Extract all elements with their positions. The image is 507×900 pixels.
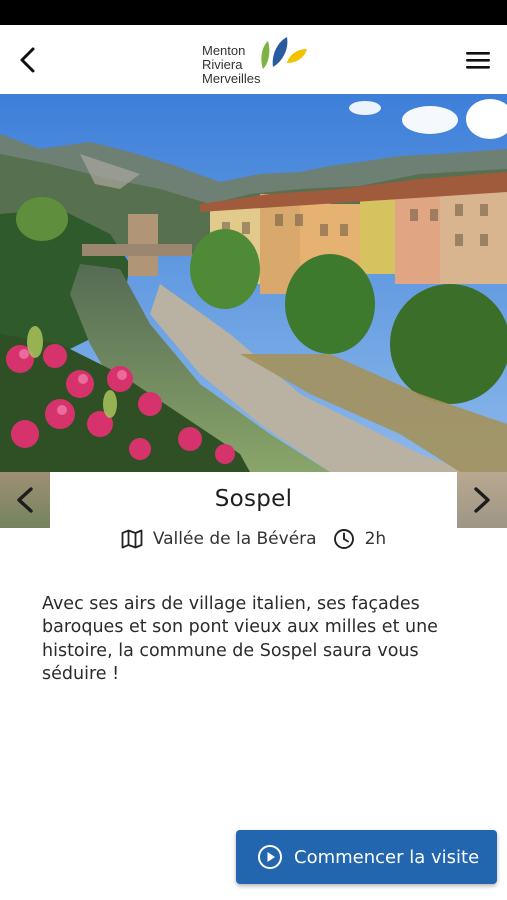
- chevron-right-icon: [474, 487, 490, 513]
- logo-leaves-icon: [261, 37, 307, 69]
- logo-line-3: Merveilles: [202, 71, 261, 86]
- chevron-left-icon: [20, 47, 35, 73]
- menu-button[interactable]: [463, 45, 493, 75]
- duration-label: 2h: [364, 529, 387, 549]
- next-place-button[interactable]: [457, 472, 507, 528]
- title-bar: Sospel: [0, 472, 507, 528]
- village-river-illustration: [0, 94, 507, 472]
- logo-line-1: Menton: [202, 43, 246, 58]
- back-button[interactable]: [12, 43, 46, 77]
- map-icon: [121, 529, 143, 549]
- chevron-left-icon: [17, 487, 33, 513]
- start-visit-label: Commencer la visite: [294, 846, 480, 868]
- area-label: Vallée de la Bévéra: [152, 529, 317, 549]
- start-visit-button[interactable]: Commencer la visite: [236, 830, 497, 884]
- brand-logo: Menton Riviera Merveilles: [202, 33, 312, 88]
- status-bar: [0, 0, 507, 25]
- duration-info: 2h: [333, 528, 387, 550]
- logo-line-2: Riviera: [202, 57, 243, 72]
- previous-place-button[interactable]: [0, 472, 50, 528]
- logo-text: Menton Riviera Merveilles: [202, 44, 261, 86]
- place-meta: Vallée de la Bévéra 2h: [0, 526, 507, 552]
- clock-icon: [333, 529, 354, 549]
- place-description: Avec ses airs de village italien, ses fa…: [42, 593, 438, 685]
- app-header: Menton Riviera Merveilles: [0, 25, 507, 94]
- hamburger-menu-icon: [466, 52, 490, 69]
- area-info: Vallée de la Bévéra: [121, 529, 317, 549]
- place-title: Sospel: [214, 486, 293, 512]
- hero-photo: [0, 94, 507, 472]
- play-circle-icon: [258, 845, 282, 869]
